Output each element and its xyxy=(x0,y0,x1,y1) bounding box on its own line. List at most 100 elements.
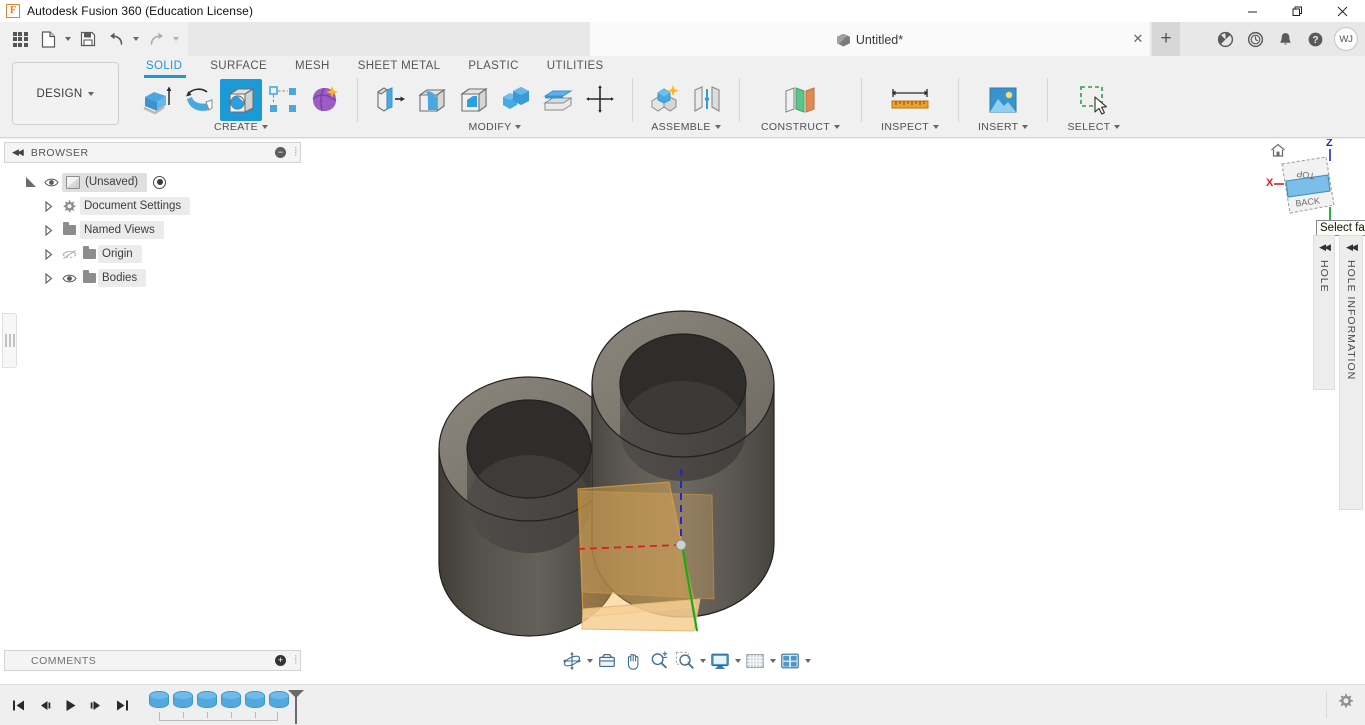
tab-utilities[interactable]: UTILITIES xyxy=(533,56,618,76)
panel-resize-handle[interactable] xyxy=(2,313,17,368)
zoom-window-tool[interactable] xyxy=(673,649,697,673)
measure-tool[interactable] xyxy=(883,79,937,121)
new-tab-button[interactable]: + xyxy=(1152,22,1180,56)
offset-plane-tool[interactable] xyxy=(777,79,825,121)
maximize-button[interactable] xyxy=(1275,0,1320,22)
timeline-feature-2[interactable] xyxy=(172,688,194,710)
timeline-step-forward[interactable] xyxy=(84,692,108,718)
close-button[interactable] xyxy=(1320,0,1365,22)
ribbon-tab-row: SOLID SURFACE MESH SHEET METAL PLASTIC U… xyxy=(132,56,618,76)
right-panel-hole-information[interactable]: ◀◀ HOLE INFORMATION xyxy=(1339,235,1363,510)
timeline-feature-5[interactable] xyxy=(244,688,266,710)
panel-create-label-row[interactable]: CREATE xyxy=(214,121,268,133)
visibility-eye-icon[interactable] xyxy=(58,266,80,290)
extrude-tool[interactable] xyxy=(136,79,178,121)
move-copy-tool[interactable] xyxy=(579,79,621,121)
panel-assemble-label-row[interactable]: ASSEMBLE xyxy=(651,121,720,133)
tab-surface[interactable]: SURFACE xyxy=(196,56,281,76)
fillet-tool[interactable] xyxy=(411,79,453,121)
zoom-window-dropdown-caret-icon[interactable] xyxy=(700,659,706,663)
expand-collapse-icon[interactable] xyxy=(22,170,40,194)
timeline-feature-4[interactable] xyxy=(220,688,242,710)
new-component-tool[interactable] xyxy=(644,79,686,121)
decal-tool[interactable] xyxy=(981,79,1025,121)
display-settings-dropdown-caret-icon[interactable] xyxy=(735,659,741,663)
tree-node-named-views[interactable]: Named Views xyxy=(4,218,301,242)
panel-select-label-row[interactable]: SELECT xyxy=(1067,121,1120,133)
panel-select: SELECT xyxy=(1053,78,1134,133)
timeline-go-start[interactable] xyxy=(6,692,30,718)
document-tab-untitled[interactable]: Untitled* xyxy=(590,22,1150,56)
tab-mesh[interactable]: MESH xyxy=(281,56,344,76)
timeline-feature-1[interactable] xyxy=(148,688,170,710)
tab-sheet-metal[interactable]: SHEET METAL xyxy=(344,56,455,76)
pattern-tool[interactable] xyxy=(262,79,304,121)
avatar[interactable]: WJ xyxy=(1334,27,1358,51)
timeline-step-back[interactable] xyxy=(32,692,56,718)
comments-header[interactable]: COMMENTS + ⦙ xyxy=(4,650,301,671)
timeline-features xyxy=(148,688,290,722)
timeline-settings-gear-icon[interactable] xyxy=(1337,693,1355,716)
comments-grip-icon[interactable]: ⦙ xyxy=(295,654,297,667)
grid-snaps-tool[interactable] xyxy=(743,649,767,673)
svg-text:?: ? xyxy=(1312,35,1318,46)
job-status-icon[interactable] xyxy=(1210,24,1240,54)
grid-snaps-dropdown-caret-icon[interactable] xyxy=(770,659,776,663)
viewports-dropdown-caret-icon[interactable] xyxy=(805,659,811,663)
zoom-tool[interactable] xyxy=(647,649,671,673)
split-face-tool[interactable] xyxy=(537,79,579,121)
panel-modify-label-row[interactable]: MODIFY xyxy=(469,121,522,133)
expand-collapse-icon[interactable] xyxy=(40,194,58,218)
joint-tool[interactable] xyxy=(686,79,728,121)
revolve-tool[interactable] xyxy=(178,79,220,121)
press-pull-tool[interactable] xyxy=(369,79,411,121)
visibility-eye-hidden-icon[interactable] xyxy=(58,242,80,266)
tree-node-unsaved[interactable]: (Unsaved) xyxy=(4,170,301,194)
browser-collapse-icon[interactable]: ◀◀ xyxy=(12,147,22,158)
expand-collapse-icon[interactable] xyxy=(40,242,58,266)
create-form-tool[interactable] xyxy=(304,79,346,121)
look-at-tool[interactable] xyxy=(595,649,619,673)
right-panel-hole[interactable]: ◀◀ HOLE xyxy=(1313,235,1335,390)
recent-activity-icon[interactable] xyxy=(1240,24,1270,54)
document-tab-close-icon[interactable]: ✕ xyxy=(1130,31,1146,47)
panel-inspect-label: INSPECT xyxy=(881,121,929,133)
panel-inspect-label-row[interactable]: INSPECT xyxy=(881,121,939,133)
expand-collapse-icon[interactable] xyxy=(40,266,58,290)
visibility-eye-icon[interactable] xyxy=(40,170,62,194)
notifications-bell-icon[interactable] xyxy=(1270,24,1300,54)
timeline-feature-3[interactable] xyxy=(196,688,218,710)
help-icon[interactable]: ? xyxy=(1300,24,1330,54)
orbit-dropdown-caret-icon[interactable] xyxy=(587,659,593,663)
tree-node-origin[interactable]: Origin xyxy=(4,242,301,266)
panel-create-label: CREATE xyxy=(214,121,258,133)
tree-node-bodies[interactable]: Bodies xyxy=(4,266,301,290)
panel-construct-label-row[interactable]: CONSTRUCT xyxy=(761,121,840,133)
select-window-tool[interactable] xyxy=(1070,79,1118,121)
combine-tool[interactable] xyxy=(495,79,537,121)
tab-solid[interactable]: SOLID xyxy=(132,56,196,76)
minimize-button[interactable] xyxy=(1230,0,1275,22)
panel-collapse-icon[interactable]: ◀◀ xyxy=(1346,242,1356,253)
activate-component-radio[interactable] xyxy=(153,176,166,189)
timeline-play[interactable] xyxy=(58,692,82,718)
orbit-tool[interactable] xyxy=(560,649,584,673)
tree-node-document-settings[interactable]: Document Settings xyxy=(4,194,301,218)
viewports-tool[interactable] xyxy=(778,649,802,673)
expand-collapse-icon[interactable] xyxy=(40,218,58,242)
add-comment-icon[interactable]: + xyxy=(275,655,286,666)
pan-hand-tool[interactable] xyxy=(621,649,645,673)
shell-tool[interactable] xyxy=(453,79,495,121)
tab-plastic[interactable]: PLASTIC xyxy=(454,56,532,76)
hole-tool[interactable] xyxy=(220,79,262,121)
panel-insert-label-row[interactable]: INSERT xyxy=(978,121,1028,133)
window-title: Autodesk Fusion 360 (Education License) xyxy=(27,4,253,18)
timeline-end-marker[interactable] xyxy=(287,689,305,725)
display-settings-tool[interactable] xyxy=(708,649,732,673)
panel-collapse-icon[interactable]: ◀◀ xyxy=(1319,242,1329,253)
timeline-go-end[interactable] xyxy=(110,692,134,718)
browser-minimize-icon[interactable]: − xyxy=(275,147,286,158)
panel-construct-label: CONSTRUCT xyxy=(761,121,830,133)
workspace-switcher-button[interactable]: DESIGN xyxy=(12,62,119,125)
browser-grip-icon[interactable]: ⦙ xyxy=(295,146,297,159)
